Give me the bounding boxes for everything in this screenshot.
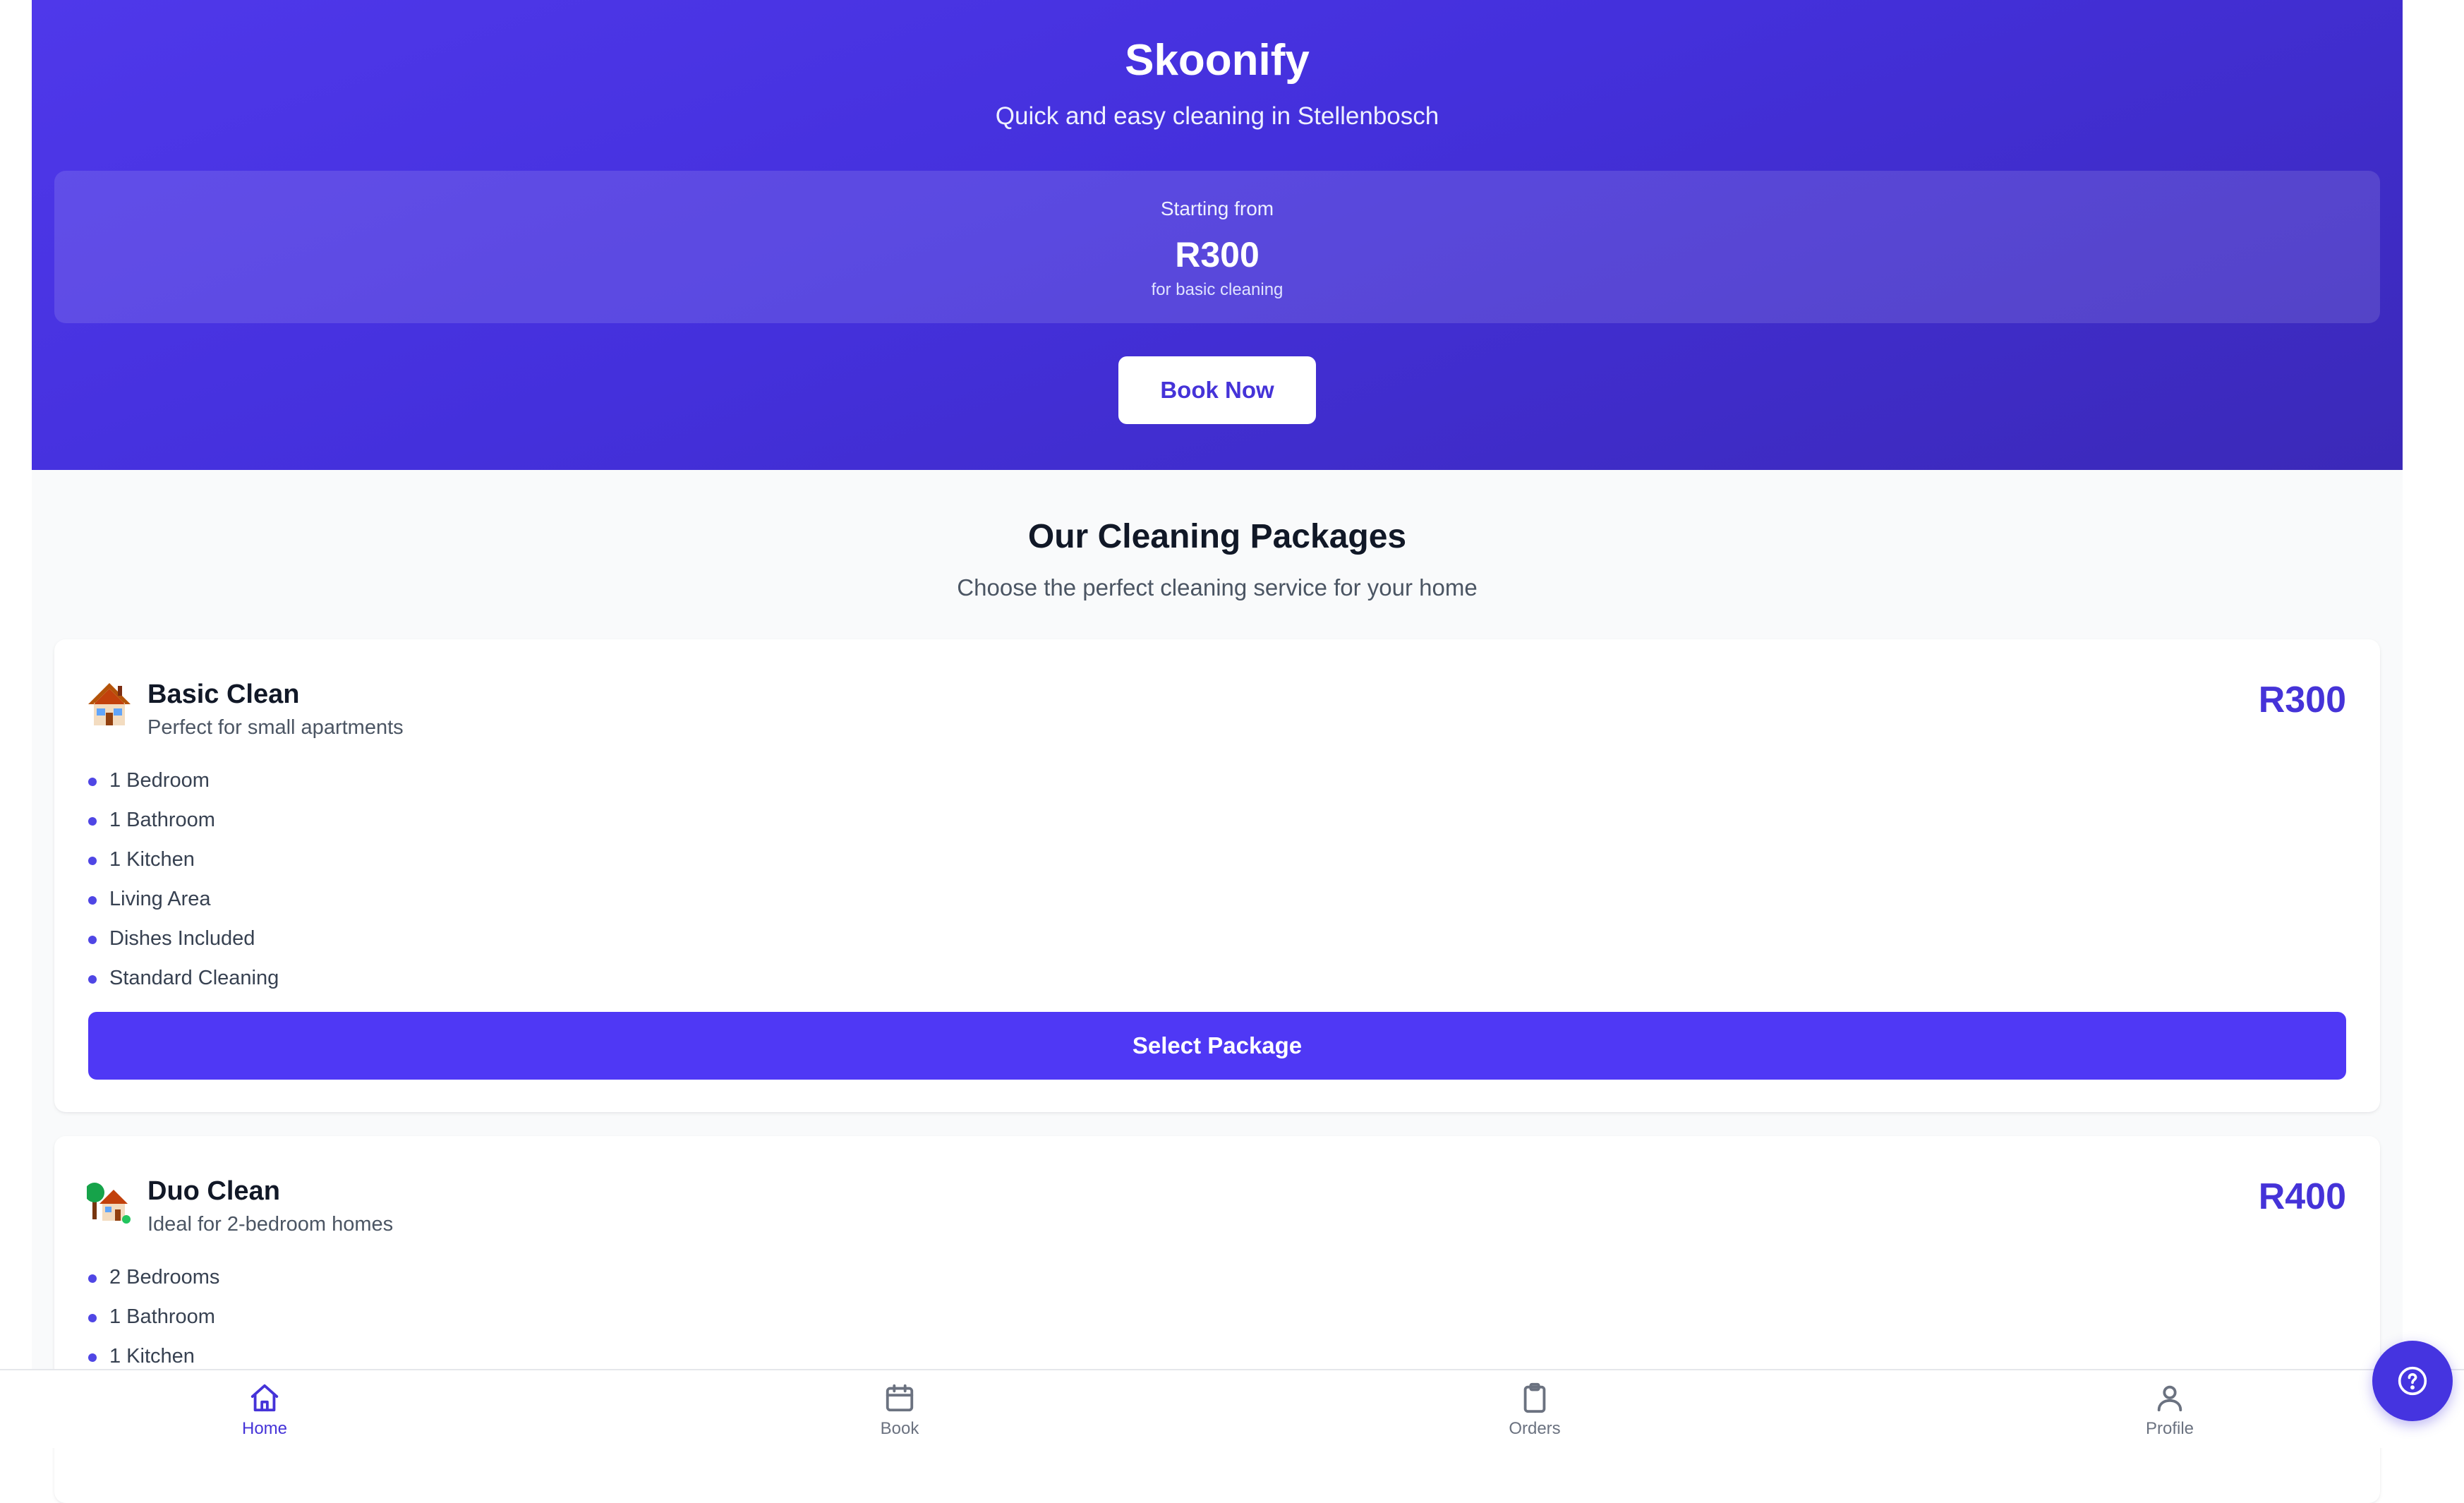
nav-orders[interactable]: Orders <box>1464 1382 1605 1447</box>
starting-price-box: Starting from R300 for basic cleaning <box>54 171 2380 323</box>
starting-from-label: Starting from <box>1160 198 1274 219</box>
packages-title: Our Cleaning Packages <box>1027 518 1407 555</box>
bullet-icon <box>88 817 97 826</box>
package-description: Ideal for 2-bedroom homes <box>147 1213 394 1236</box>
feature-item: Living Area <box>88 879 279 919</box>
package-card-basic: Basic Clean Perfect for small apartments… <box>54 639 2380 1112</box>
feature-item: 1 Bathroom <box>88 1297 219 1336</box>
bullet-icon <box>88 778 97 786</box>
package-price: R400 <box>2258 1176 2346 1217</box>
feature-label: 2 Bedrooms <box>109 1266 220 1288</box>
nav-book-label: Book <box>880 1419 919 1438</box>
feature-item: 1 Bathroom <box>88 800 279 840</box>
nav-profile[interactable]: Profile <box>2099 1382 2240 1447</box>
feature-item: 1 Kitchen <box>88 840 279 879</box>
package-name: Duo Clean <box>147 1176 280 1206</box>
hero-banner: Skoonify Quick and easy cleaning in Stel… <box>32 0 2403 470</box>
packages-subtitle: Choose the perfect cleaning service for … <box>957 574 1478 600</box>
page: Skoonify Quick and easy cleaning in Stel… <box>32 0 2403 1503</box>
package-price: R300 <box>2258 680 2346 720</box>
feature-item: Standard Cleaning <box>88 958 279 998</box>
feature-label: Living Area <box>109 888 211 910</box>
feature-label: 1 Bathroom <box>109 1305 215 1328</box>
package-features: 1 Bedroom 1 Bathroom 1 Kitchen Living Ar… <box>88 761 279 998</box>
feature-label: Dishes Included <box>109 927 255 950</box>
house-with-garden-icon <box>87 1183 131 1224</box>
select-package-button[interactable]: Select Package <box>88 1012 2346 1080</box>
bullet-icon <box>88 1314 97 1322</box>
app-tagline: Quick and easy cleaning in Stellenbosch <box>995 102 1439 130</box>
feature-label: 1 Kitchen <box>109 1345 195 1368</box>
bullet-icon <box>88 936 97 944</box>
help-button[interactable] <box>2372 1341 2453 1421</box>
nav-home[interactable]: Home <box>194 1382 335 1447</box>
feature-label: 1 Kitchen <box>109 848 195 871</box>
package-features: 2 Bedrooms 1 Bathroom 1 Kitchen <box>88 1257 219 1376</box>
clipboard-icon <box>1523 1382 1546 1413</box>
bullet-icon <box>88 896 97 905</box>
feature-item: 2 Bedrooms <box>88 1257 219 1297</box>
starting-price-amount: R300 <box>1175 235 1260 274</box>
app-title: Skoonify <box>1125 36 1310 85</box>
bottom-navigation: Home Book Orders Profile <box>0 1369 2464 1448</box>
feature-label: Standard Cleaning <box>109 967 279 989</box>
bullet-icon <box>88 1274 97 1283</box>
bullet-icon <box>88 857 97 865</box>
help-circle-icon <box>2398 1366 2427 1396</box>
bullet-icon <box>88 975 97 984</box>
home-icon <box>250 1384 279 1412</box>
user-icon <box>2157 1385 2182 1412</box>
feature-item: 1 Bedroom <box>88 761 279 800</box>
nav-profile-label: Profile <box>2145 1419 2194 1438</box>
package-description: Perfect for small apartments <box>147 716 404 739</box>
package-name: Basic Clean <box>147 680 300 709</box>
nav-book[interactable]: Book <box>829 1382 970 1447</box>
nav-orders-label: Orders <box>1509 1419 1561 1438</box>
feature-label: 1 Bathroom <box>109 809 215 831</box>
feature-item: Dishes Included <box>88 919 279 958</box>
house-icon <box>88 683 131 725</box>
package-card-duo: Duo Clean Ideal for 2-bedroom homes R400… <box>54 1136 2380 1503</box>
bullet-icon <box>88 1353 97 1362</box>
starting-price-note: for basic cleaning <box>1151 280 1284 299</box>
book-now-button[interactable]: Book Now <box>1118 356 1316 424</box>
feature-label: 1 Bedroom <box>109 769 210 792</box>
calendar-icon <box>886 1384 914 1412</box>
nav-home-label: Home <box>241 1419 288 1438</box>
